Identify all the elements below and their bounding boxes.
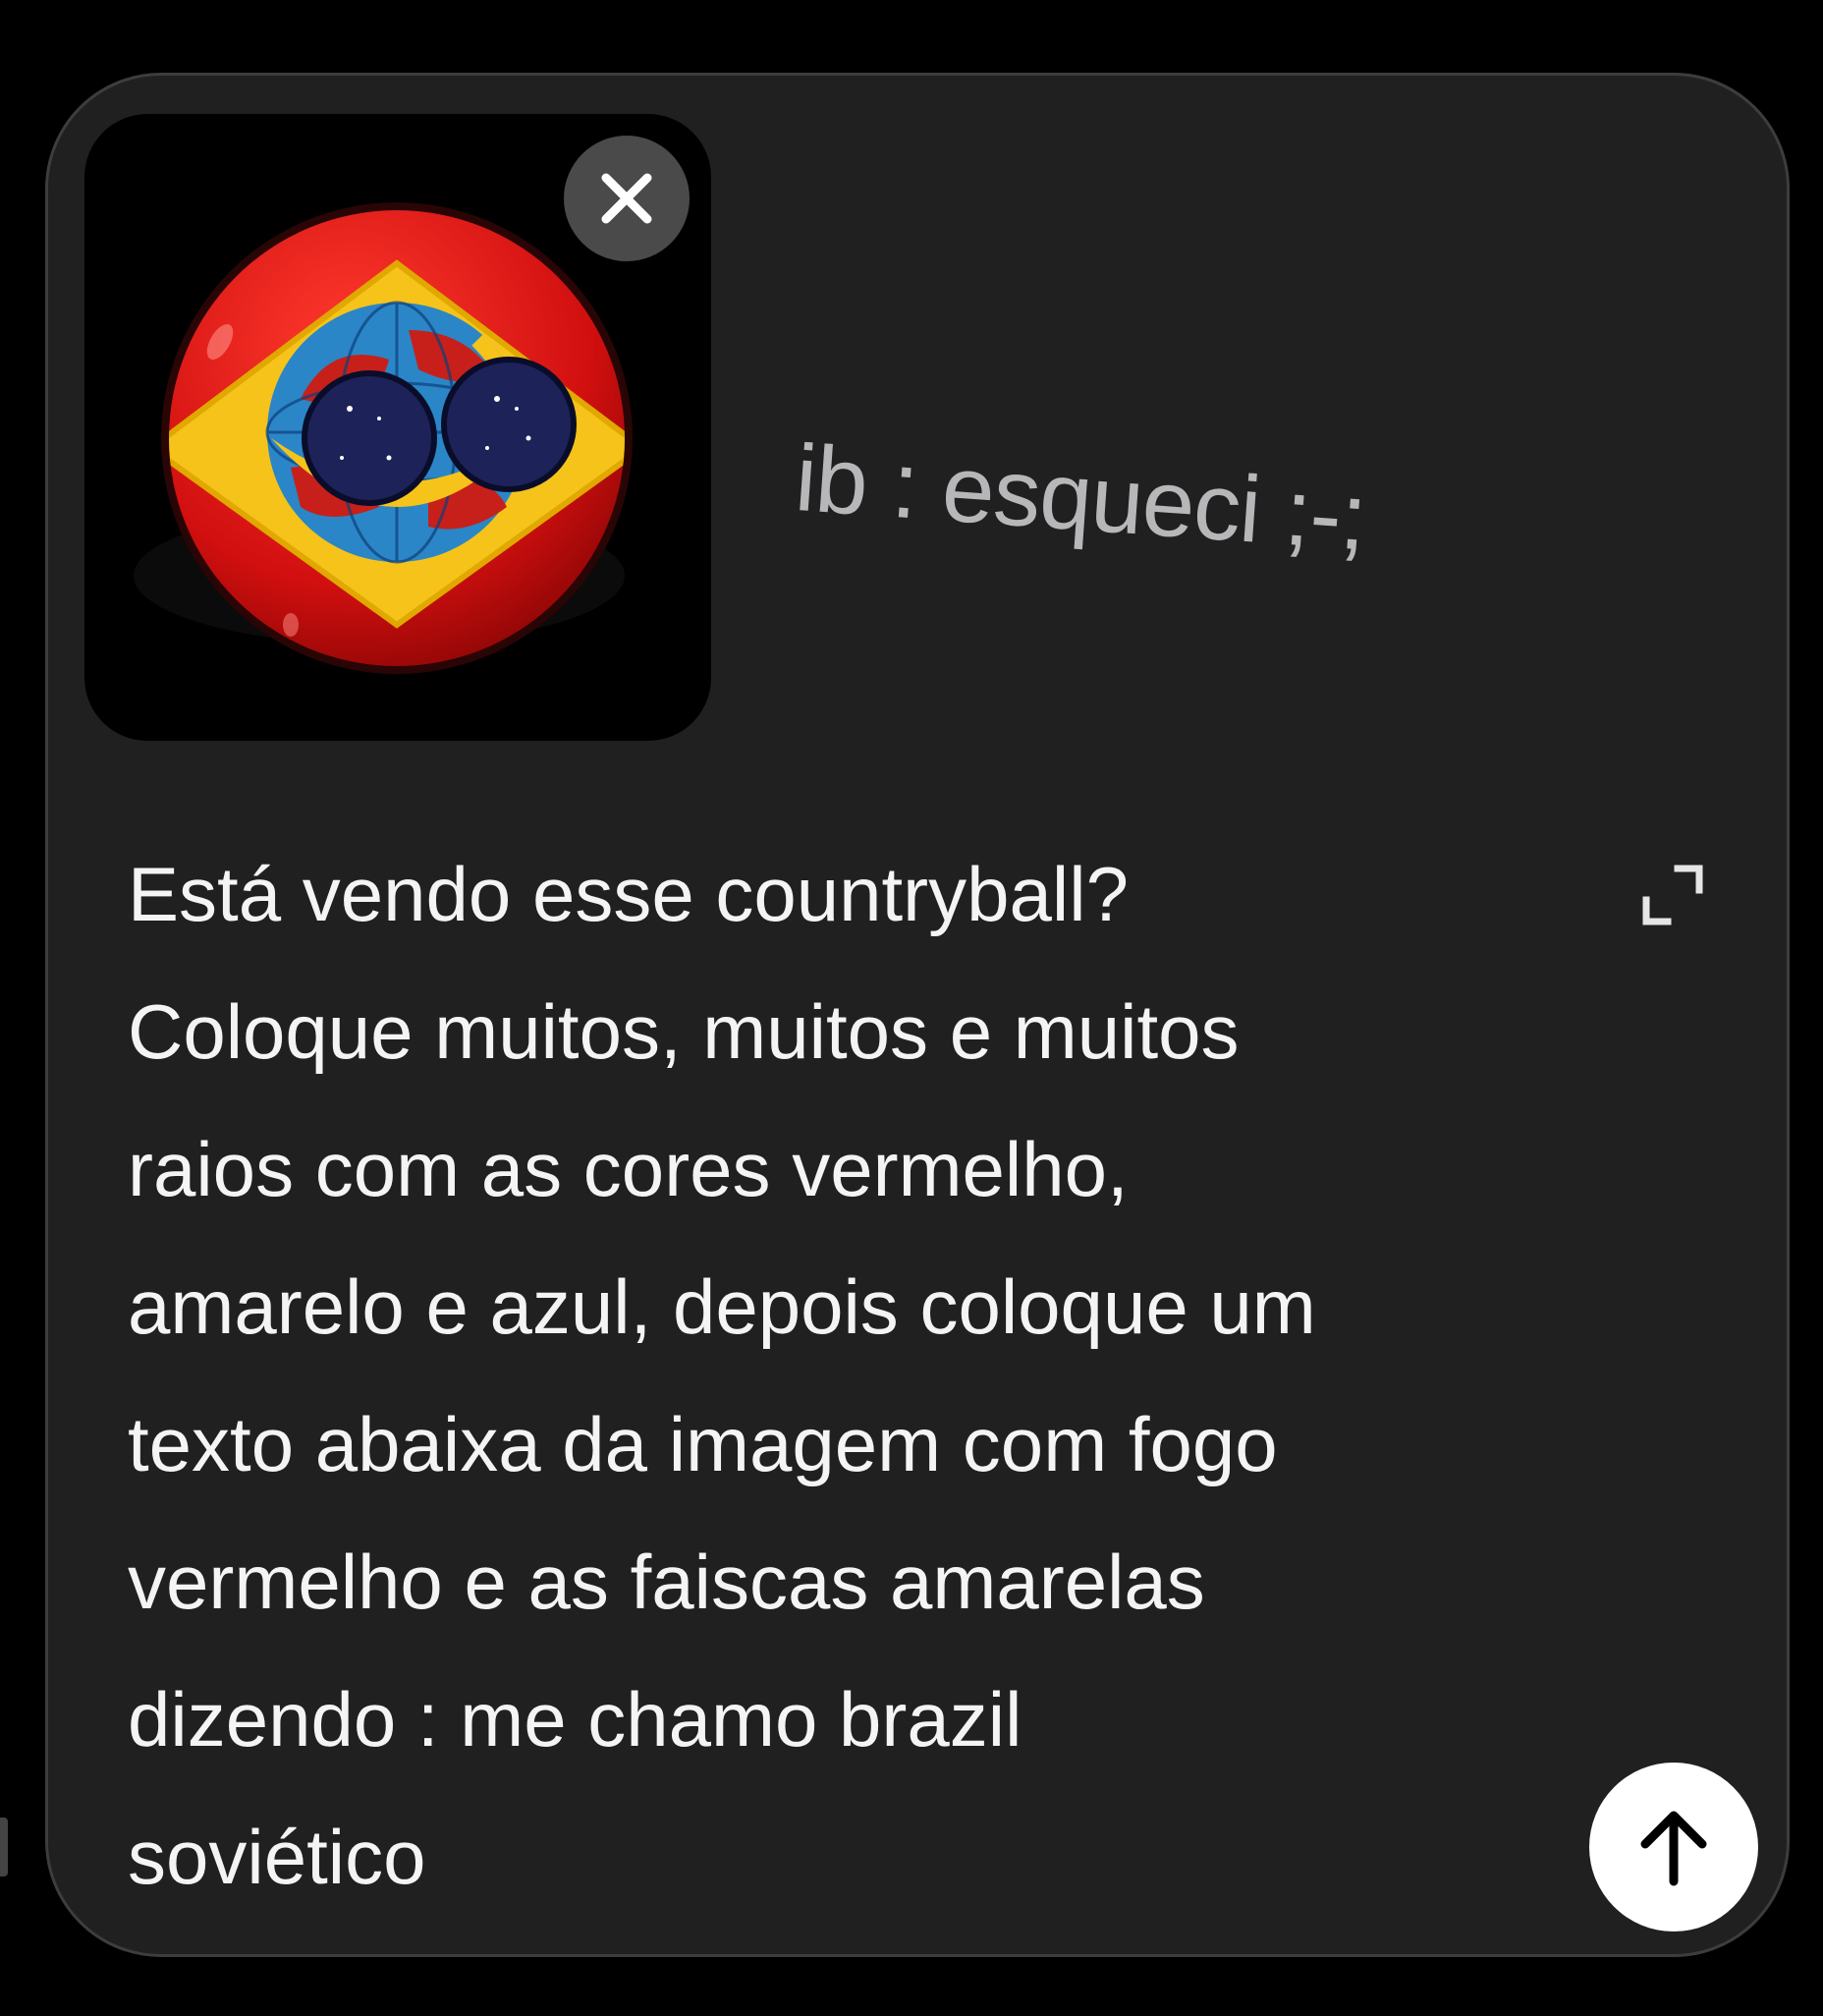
remove-attachment-button[interactable]: [564, 136, 690, 261]
send-button[interactable]: [1589, 1763, 1758, 1932]
prompt-text[interactable]: Está vendo esse countryball? Coloque mui…: [128, 825, 1581, 1926]
close-icon: [601, 173, 652, 224]
edge-indicator: [0, 1818, 8, 1876]
expand-button[interactable]: [1636, 859, 1709, 931]
arrow-up-icon: [1640, 1811, 1707, 1886]
expand-icon: [1642, 865, 1703, 925]
